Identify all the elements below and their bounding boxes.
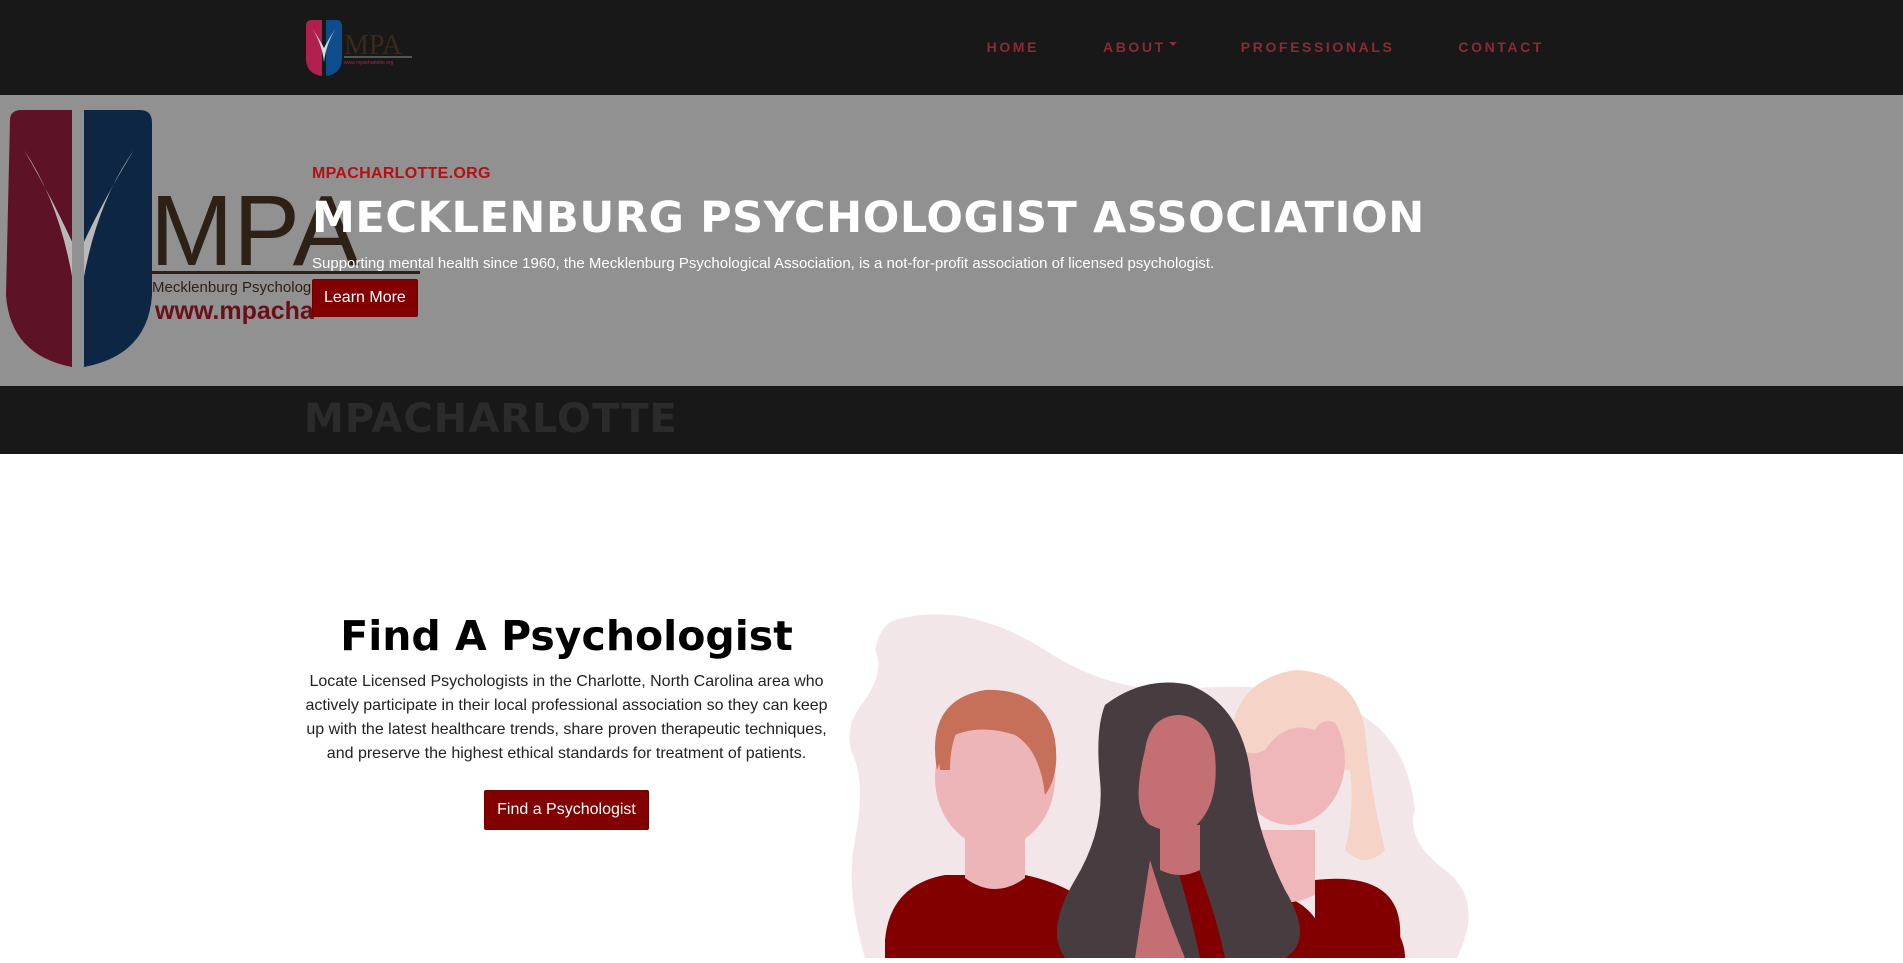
dark-band: MPACHARLOTTE <box>0 386 1903 454</box>
site-logo[interactable]: MPA www.mpacharlotte.org <box>304 18 414 80</box>
svg-text:www.mpacha: www.mpacha <box>154 297 315 325</box>
navbar: MPA www.mpacharlotte.org HOME ABOUT PROF… <box>0 0 1903 95</box>
caret-down-icon <box>1168 42 1177 46</box>
nav-professionals-link[interactable]: PROFESSIONALS <box>1241 39 1395 55</box>
hero-section: MPA Mecklenburg Psychological Associatio… <box>0 95 1903 386</box>
nav-menu: HOME ABOUT PROFESSIONALS CONTACT <box>923 39 1544 55</box>
hero-eyebrow: MPACHARLOTTE.ORG <box>312 165 491 182</box>
psychologists-illustration <box>845 610 1605 963</box>
find-psychologist-button[interactable]: Find a Psychologist <box>484 790 649 830</box>
nav-home-link[interactable]: HOME <box>987 39 1039 55</box>
find-psychologist-section: Find A Psychologist Locate Licensed Psyc… <box>304 612 829 830</box>
nav-about-label: ABOUT <box>1103 39 1166 55</box>
band-watermark-text: MPACHARLOTTE <box>304 396 678 442</box>
nav-contact-link[interactable]: CONTACT <box>1458 39 1544 55</box>
nav-about-dropdown[interactable]: ABOUT <box>1103 39 1177 55</box>
find-title: Find A Psychologist <box>340 612 793 660</box>
hero-title: MECKLENBURG PSYCHOLOGIST ASSOCIATION <box>312 193 1425 243</box>
svg-text:www.mpacharlotte.org: www.mpacharlotte.org <box>344 60 394 66</box>
hero-description: Supporting mental health since 1960, the… <box>312 255 1215 272</box>
learn-more-button[interactable]: Learn More <box>312 279 418 317</box>
hero-content: MPACHARLOTTE.ORG MECKLENBURG PSYCHOLOGIS… <box>312 165 1512 317</box>
find-description: Locate Licensed Psychologists in the Cha… <box>305 673 828 762</box>
